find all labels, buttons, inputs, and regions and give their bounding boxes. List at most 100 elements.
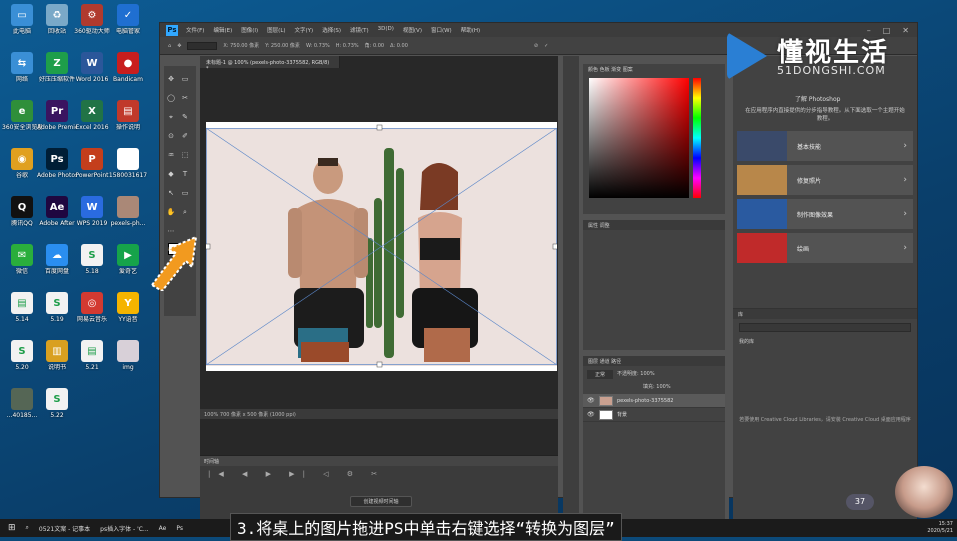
- desktop-icon[interactable]: ✉ 微信: [2, 242, 42, 292]
- cancel-transform-icon[interactable]: ⊘: [534, 43, 538, 49]
- gradient-tool-icon[interactable]: ⬚: [180, 150, 190, 160]
- visibility-icon[interactable]: 👁: [587, 397, 595, 404]
- learn-card[interactable]: 修复照片 ›: [737, 165, 913, 195]
- desktop-icon[interactable]: ▥ 说明书: [37, 338, 77, 388]
- menu-item[interactable]: 帮助(H): [461, 26, 480, 34]
- opt-x[interactable]: X: 750.00 像素: [223, 42, 259, 49]
- desktop-icon[interactable]: ◎ 网易云音乐: [72, 290, 112, 340]
- desktop-icon[interactable]: ◉ 谷歌: [2, 146, 42, 196]
- menu-item[interactable]: 3D(D): [378, 26, 394, 34]
- desktop-icon[interactable]: ▶ 爱奇艺: [108, 242, 148, 292]
- desktop-icon[interactable]: ...40185...: [2, 386, 42, 436]
- visibility-icon[interactable]: 👁: [587, 411, 595, 418]
- search-icon[interactable]: ⌕: [26, 524, 29, 532]
- desktop-icon[interactable]: e 360安全浏览器: [2, 98, 42, 148]
- hue-slider[interactable]: [693, 78, 701, 198]
- desktop-icon[interactable]: ⇆ 网络: [2, 50, 42, 100]
- desktop-icon[interactable]: pexels-ph...: [108, 194, 148, 244]
- opacity-field[interactable]: 不透明度: 100%: [617, 370, 655, 379]
- menu-item[interactable]: 视图(V): [403, 26, 422, 34]
- desktop-icon[interactable]: img: [108, 338, 148, 388]
- opt-w[interactable]: W: 0.73%: [306, 43, 330, 49]
- layer-row[interactable]: 👁 背景: [583, 408, 725, 422]
- commit-transform-icon[interactable]: ✓: [544, 43, 548, 49]
- document-tab[interactable]: 未标题-1 @ 100% (pexels-photo-3375582, RGB/…: [200, 56, 340, 72]
- start-icon[interactable]: ⊞: [8, 523, 16, 533]
- color-tabs[interactable]: 颜色 色板 渐变 图案: [583, 64, 725, 74]
- desktop-icon[interactable]: Ps Adobe Photosh: [37, 146, 77, 196]
- menu-item[interactable]: 图像(I): [241, 26, 258, 34]
- history-brush-tool-icon[interactable]: ✐: [180, 131, 190, 141]
- opt-angle[interactable]: 角: 0.00: [365, 42, 384, 49]
- menu-item[interactable]: 选择(S): [322, 26, 341, 34]
- timeline-controls[interactable]: |◀ ◀ ▶ ▶| ◁ ⚙ ✂: [200, 466, 558, 482]
- canvas[interactable]: [206, 122, 557, 371]
- desktop-icon[interactable]: ● Bandicam: [108, 50, 148, 100]
- desktop-icon[interactable]: ♻ 回收站: [37, 2, 77, 52]
- desktop-icon[interactable]: S 5.20: [2, 338, 42, 388]
- zoom-tool-icon[interactable]: ⌕: [180, 207, 190, 217]
- color-field[interactable]: [589, 78, 689, 198]
- taskbar-item-ps-font[interactable]: ps插入字体 - 'C...: [100, 524, 148, 533]
- blend-mode-select[interactable]: 正常: [587, 370, 614, 379]
- libraries-tab[interactable]: 库: [733, 309, 917, 319]
- desktop-icon[interactable]: ▤ 5.21: [72, 338, 112, 388]
- fill-field[interactable]: 填充: 100%: [583, 383, 725, 394]
- move-tool-icon[interactable]: ✥: [166, 74, 176, 84]
- path-select-tool-icon[interactable]: ↖: [166, 188, 176, 198]
- taskbar-item-notepad[interactable]: 0521文案 - 记事本: [39, 524, 90, 533]
- menu-item[interactable]: 滤镜(T): [350, 26, 369, 34]
- learn-card[interactable]: 绘画 ›: [737, 233, 913, 263]
- taskbar-item-ae[interactable]: Ae: [159, 525, 167, 532]
- desktop-icon[interactable]: Z 好压压缩软件: [37, 50, 77, 100]
- desktop-icon[interactable]: Q 腾讯QQ: [2, 194, 42, 244]
- menu-item[interactable]: 编辑(E): [213, 26, 232, 34]
- library-search[interactable]: [739, 323, 911, 332]
- opt-y[interactable]: Y: 250.00 像素: [265, 42, 300, 49]
- properties-tabs[interactable]: 属性 调整: [583, 220, 725, 230]
- desktop-icon[interactable]: ▤ 操作说明: [108, 98, 148, 148]
- library-select[interactable]: 我的库: [733, 336, 917, 347]
- desktop-icon[interactable]: ☁ 百度网盘: [37, 242, 77, 292]
- menu-item[interactable]: 文件(F): [186, 26, 204, 34]
- desktop-icon[interactable]: W WPS 2019: [72, 194, 112, 244]
- marquee-tool-icon[interactable]: ▭: [180, 74, 190, 84]
- create-video-timeline-button[interactable]: 创建视频时间轴: [350, 496, 412, 507]
- desktop-icon[interactable]: ▤ 5.14: [2, 290, 42, 340]
- opt-h[interactable]: H: 0.73%: [336, 43, 359, 49]
- lasso-tool-icon[interactable]: ◯: [166, 93, 176, 103]
- brush-tool-icon[interactable]: ✎: [180, 112, 190, 122]
- desktop-icon[interactable]: S 5.18: [72, 242, 112, 292]
- menu-item[interactable]: 图层(L): [267, 26, 285, 34]
- type-tool-icon[interactable]: T: [180, 169, 190, 179]
- taskbar-item-ps[interactable]: Ps: [176, 525, 183, 532]
- desktop-icon[interactable]: Y YY语音: [108, 290, 148, 340]
- eraser-tool-icon[interactable]: ♒: [166, 150, 176, 160]
- crop-tool-icon[interactable]: ✂: [180, 93, 190, 103]
- desktop-icon[interactable]: Ae Adobe After: [37, 194, 77, 244]
- layers-tabs[interactable]: 图层 通道 路径: [583, 356, 725, 366]
- desktop-icon[interactable]: S 5.19: [37, 290, 77, 340]
- opt-skew[interactable]: Δ: 0.00: [390, 43, 408, 49]
- learn-card[interactable]: 基本技能 ›: [737, 131, 913, 161]
- home-icon[interactable]: ⌂: [168, 43, 171, 49]
- desktop-icon[interactable]: P PowerPoint: [72, 146, 112, 196]
- desktop-icon[interactable]: Pr Adobe Premie: [37, 98, 77, 148]
- shape-tool-icon[interactable]: ▭: [180, 188, 190, 198]
- desktop-icon[interactable]: ✓ 电脑管家: [108, 2, 148, 52]
- hand-tool-icon[interactable]: ✋: [166, 207, 176, 217]
- learn-card[interactable]: 制作图像效果 ›: [737, 199, 913, 229]
- move-tool-icon[interactable]: ✥: [177, 43, 181, 49]
- transform-box[interactable]: [206, 122, 557, 371]
- desktop-icon[interactable]: ⚙ 360驱动大师: [72, 2, 112, 52]
- desktop-icon[interactable]: 1580031617: [108, 146, 148, 196]
- menu-item[interactable]: 文字(Y): [295, 26, 314, 34]
- desktop-icon[interactable]: ▭ 此电脑: [2, 2, 42, 52]
- menu-item[interactable]: 窗口(W): [431, 26, 452, 34]
- desktop-icon[interactable]: W Word 2016: [72, 50, 112, 100]
- stamp-tool-icon[interactable]: ⊙: [166, 131, 176, 141]
- reference-point[interactable]: [187, 41, 218, 50]
- pen-tool-icon[interactable]: ◆: [166, 169, 176, 179]
- desktop-icon[interactable]: X Excel 2016: [72, 98, 112, 148]
- eyedropper-tool-icon[interactable]: ⌖: [166, 112, 176, 122]
